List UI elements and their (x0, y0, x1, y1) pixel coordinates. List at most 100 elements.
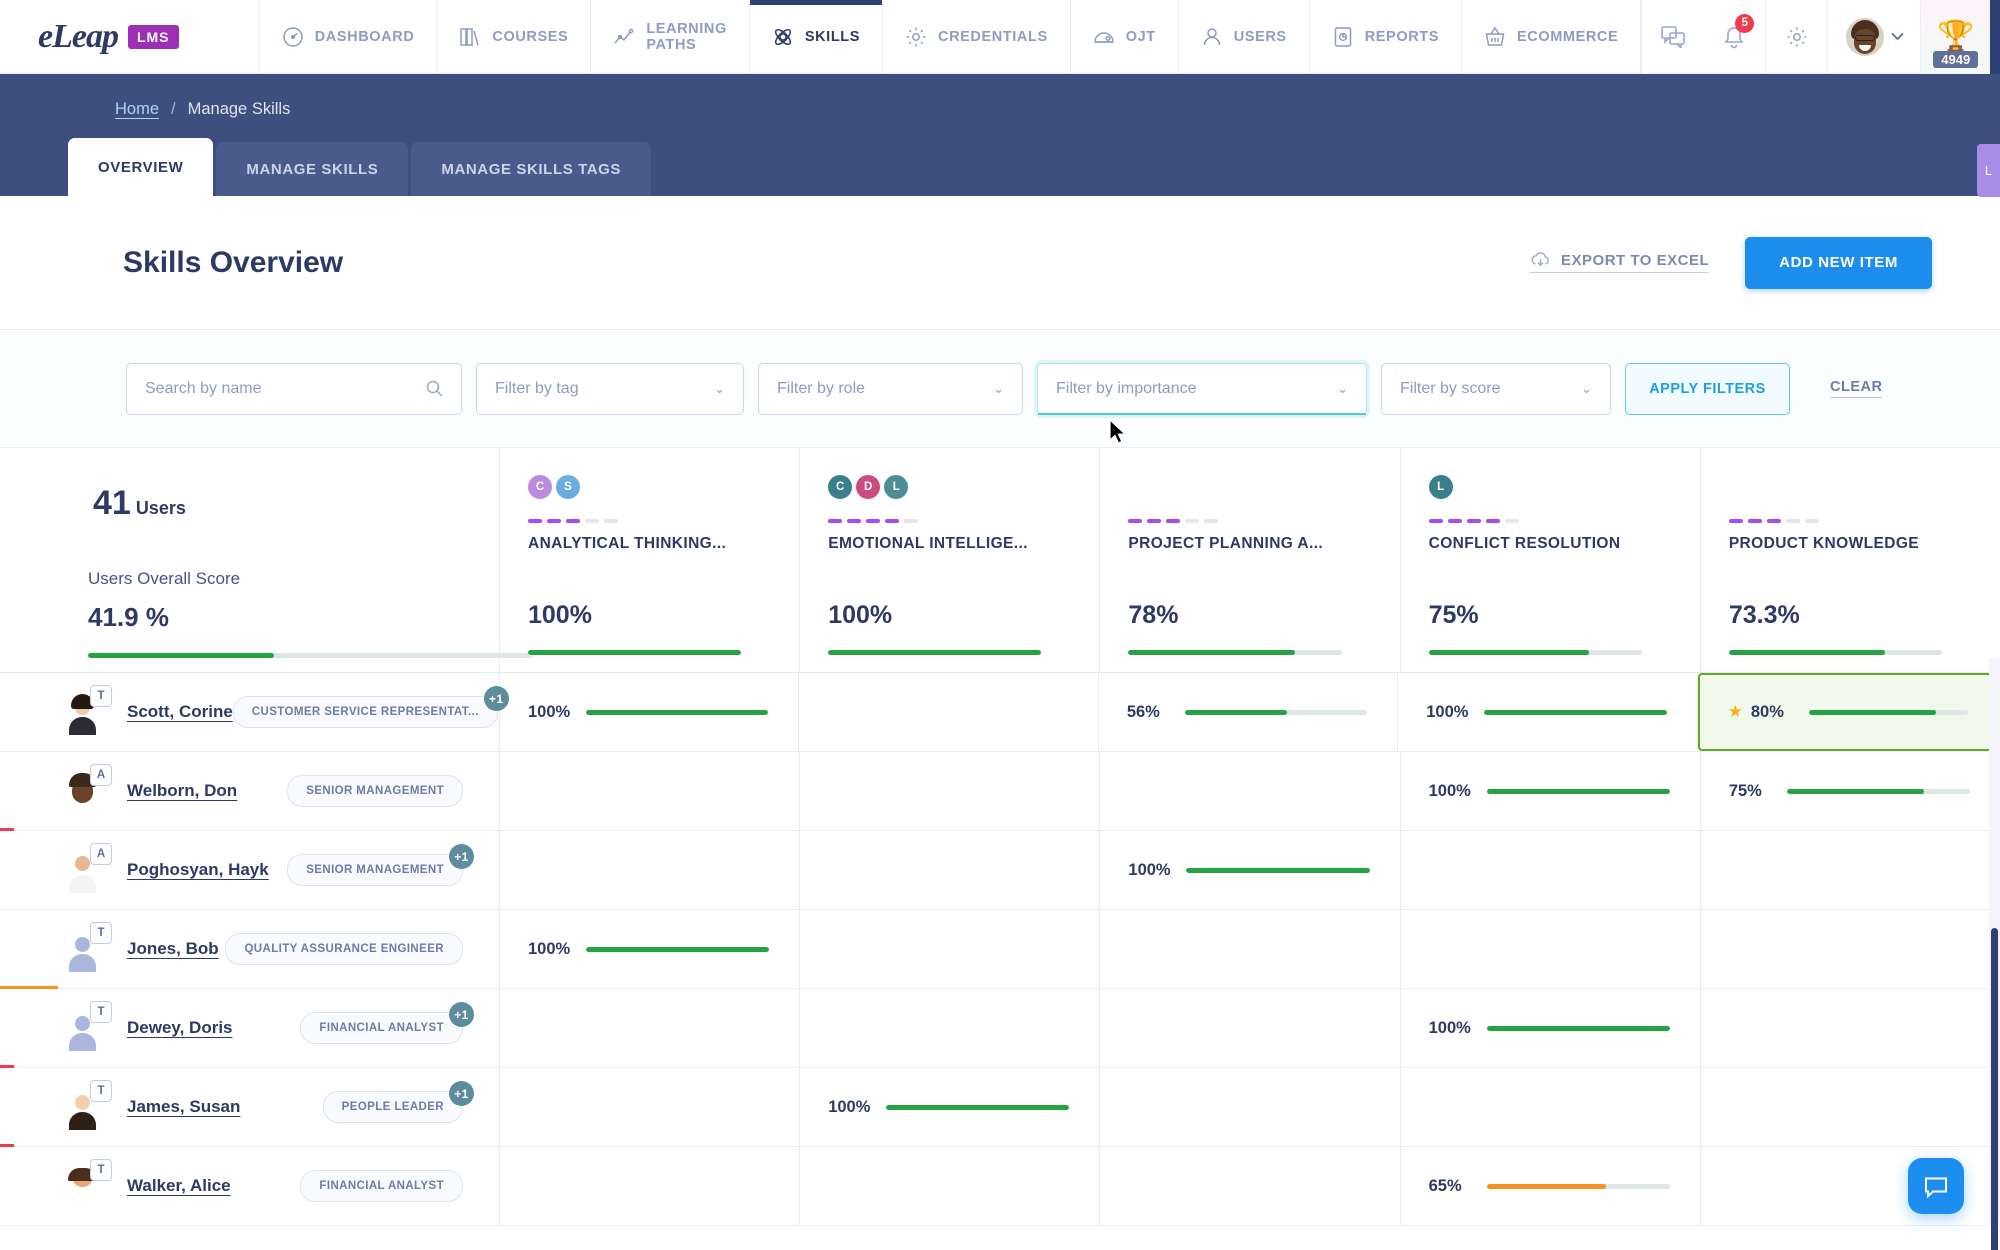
score-cell-empty[interactable] (800, 831, 1101, 909)
avatar[interactable]: T (62, 684, 112, 735)
extra-roles-badge[interactable]: +1 (449, 1081, 474, 1106)
apply-filters-button[interactable]: APPLY FILTERS (1625, 362, 1790, 415)
filter-by-role-select[interactable]: Filter by role ⌄ (758, 362, 1023, 415)
table-row[interactable]: T Dewey, Doris FINANCIAL ANALYST +1 100% (0, 989, 2000, 1068)
nav-item-credentials[interactable]: CREDENTIALS (882, 0, 1070, 74)
score-cell[interactable]: 100% (1100, 831, 1401, 909)
add-new-item-button[interactable]: ADD NEW ITEM (1745, 236, 1932, 289)
user-avatar-menu[interactable] (1827, 0, 1920, 74)
score-cell-empty[interactable] (1701, 910, 2000, 988)
skill-owner-avatar[interactable]: C (528, 475, 552, 499)
score-cell[interactable]: 100% (1398, 673, 1698, 751)
score-cell-empty[interactable] (1401, 910, 1701, 988)
score-cell-empty[interactable] (800, 752, 1101, 830)
skill-owner-avatar[interactable]: C (828, 475, 853, 499)
avatar[interactable]: T (62, 1079, 112, 1130)
table-row[interactable]: A Poghosyan, Hayk SENIOR MANAGEMENT +1 1… (0, 831, 2000, 910)
score-cell-empty[interactable] (1100, 910, 1401, 988)
user-role-pill[interactable]: SENIOR MANAGEMENT +1 (287, 844, 474, 886)
avatar[interactable]: A (62, 842, 112, 893)
score-cell[interactable]: ★ 80% (1697, 673, 2000, 751)
score-cell[interactable]: 100% (500, 673, 800, 751)
skill-owner-avatar[interactable]: L (884, 475, 909, 499)
user-role-pill[interactable]: PEOPLE LEADER +1 (322, 1081, 474, 1123)
nav-item-dashboard[interactable]: DASHBOARD (258, 0, 437, 74)
vertical-scrollbar-thumb[interactable] (1991, 928, 1998, 1250)
score-cell[interactable]: 56% (1099, 673, 1399, 751)
user-name-link[interactable]: Jones, Bob (127, 939, 219, 959)
skill-owner-avatar[interactable]: L (1428, 475, 1453, 499)
score-cell-empty[interactable] (500, 752, 801, 830)
nav-item-ojt[interactable]: OJT (1069, 0, 1178, 74)
table-row[interactable]: T James, Susan PEOPLE LEADER +1 100% (0, 1068, 2000, 1147)
nav-item-ecommerce[interactable]: ECOMMERCE (1461, 0, 1642, 74)
extra-roles-badge[interactable]: +1 (449, 1002, 474, 1027)
search-input[interactable]: Search by name (126, 362, 462, 415)
notifications-bell-icon[interactable]: 5 (1703, 0, 1765, 74)
score-cell-empty[interactable] (800, 910, 1101, 988)
scrollbar-top-segment[interactable] (1990, 0, 2000, 74)
score-cell-empty[interactable] (799, 673, 1099, 751)
nav-item-learning-paths[interactable]: LEARNING PATHS (590, 0, 749, 74)
score-cell-empty[interactable] (800, 1147, 1101, 1225)
nav-item-users[interactable]: USERS (1177, 0, 1309, 74)
table-row[interactable]: T Walker, Alice FINANCIAL ANALYST 65% (0, 1147, 2000, 1226)
score-cell-empty[interactable] (800, 989, 1101, 1067)
avatar[interactable]: A (62, 763, 112, 812)
messages-icon[interactable] (1641, 0, 1703, 74)
nav-item-reports[interactable]: REPORTS (1308, 0, 1461, 74)
score-cell-empty[interactable] (500, 1068, 801, 1146)
avatar[interactable]: T (62, 1158, 112, 1207)
clear-filters-button[interactable]: CLEAR (1830, 379, 1883, 398)
table-row[interactable]: T Scott, Corine CUSTOMER SERVICE REPRESE… (0, 673, 2000, 752)
score-cell-empty[interactable] (500, 831, 801, 909)
score-cell-empty[interactable] (1100, 752, 1401, 830)
tab-overview[interactable]: OVERVIEW (68, 138, 214, 196)
filter-by-tag-select[interactable]: Filter by tag ⌄ (476, 362, 744, 415)
user-name-link[interactable]: Poghosyan, Hayk (127, 860, 269, 880)
export-to-excel-button[interactable]: EXPORT TO EXCEL (1530, 252, 1710, 273)
avatar[interactable]: T (62, 1000, 112, 1051)
user-name-link[interactable]: Walker, Alice (127, 1176, 231, 1196)
user-name-link[interactable]: Welborn, Don (127, 781, 237, 801)
table-row[interactable]: A Welborn, Don SENIOR MANAGEMENT 100% 75… (0, 752, 2000, 831)
score-cell[interactable]: 65% (1401, 1147, 1701, 1225)
filter-by-importance-select[interactable]: Filter by importance ⌄ (1037, 362, 1367, 415)
score-cell-empty[interactable] (1401, 1068, 1701, 1146)
score-cell[interactable]: 100% (1401, 752, 1701, 830)
score-cell-empty[interactable] (1100, 989, 1401, 1067)
score-cell-empty[interactable] (500, 989, 801, 1067)
skill-owner-avatar[interactable]: S (556, 475, 580, 499)
user-role-pill[interactable]: FINANCIAL ANALYST +1 (300, 1002, 474, 1044)
user-name-link[interactable]: Dewey, Doris (127, 1018, 233, 1038)
trophy-points-button[interactable]: 🏆 4949 (1920, 0, 1991, 74)
filter-by-score-select[interactable]: Filter by score ⌄ (1381, 362, 1611, 415)
tab-manage-skills-tags[interactable]: MANAGE SKILLS TAGS (411, 142, 652, 196)
user-role-pill[interactable]: FINANCIAL ANALYST (300, 1170, 463, 1202)
score-cell[interactable]: 100% (1401, 989, 1701, 1067)
user-role-pill[interactable]: QUALITY ASSURANCE ENGINEER (225, 933, 463, 965)
user-role-pill[interactable]: SENIOR MANAGEMENT (287, 775, 463, 807)
chat-support-button[interactable] (1908, 1158, 1964, 1214)
skill-owner-avatar[interactable]: D (856, 475, 881, 499)
user-name-link[interactable]: James, Susan (127, 1097, 240, 1117)
score-cell[interactable]: 100% (800, 1068, 1101, 1146)
brand-logo[interactable]: eLeap LMS (0, 18, 259, 56)
score-cell[interactable]: 100% (500, 910, 801, 988)
nav-item-skills[interactable]: SKILLS (748, 0, 883, 74)
score-cell-empty[interactable] (1100, 1068, 1401, 1146)
score-cell-empty[interactable] (1701, 989, 2000, 1067)
breadcrumb-home-link[interactable]: Home (115, 100, 159, 119)
side-panel-tab[interactable]: L (1977, 144, 2000, 197)
score-cell-empty[interactable] (500, 1147, 801, 1225)
extra-roles-badge[interactable]: +1 (449, 844, 474, 869)
score-cell-empty[interactable] (1701, 831, 2000, 909)
score-cell[interactable]: 75% (1701, 752, 2000, 830)
table-row[interactable]: T Jones, Bob QUALITY ASSURANCE ENGINEER … (0, 910, 2000, 989)
score-cell-empty[interactable] (1701, 1068, 2000, 1146)
score-cell-empty[interactable] (1100, 1147, 1401, 1225)
score-cell-empty[interactable] (1401, 831, 1701, 909)
user-role-pill[interactable]: CUSTOMER SERVICE REPRESENTAT... +1 (232, 686, 509, 728)
tab-manage-skills[interactable]: MANAGE SKILLS (216, 142, 409, 196)
user-name-link[interactable]: Scott, Corine (127, 702, 233, 722)
